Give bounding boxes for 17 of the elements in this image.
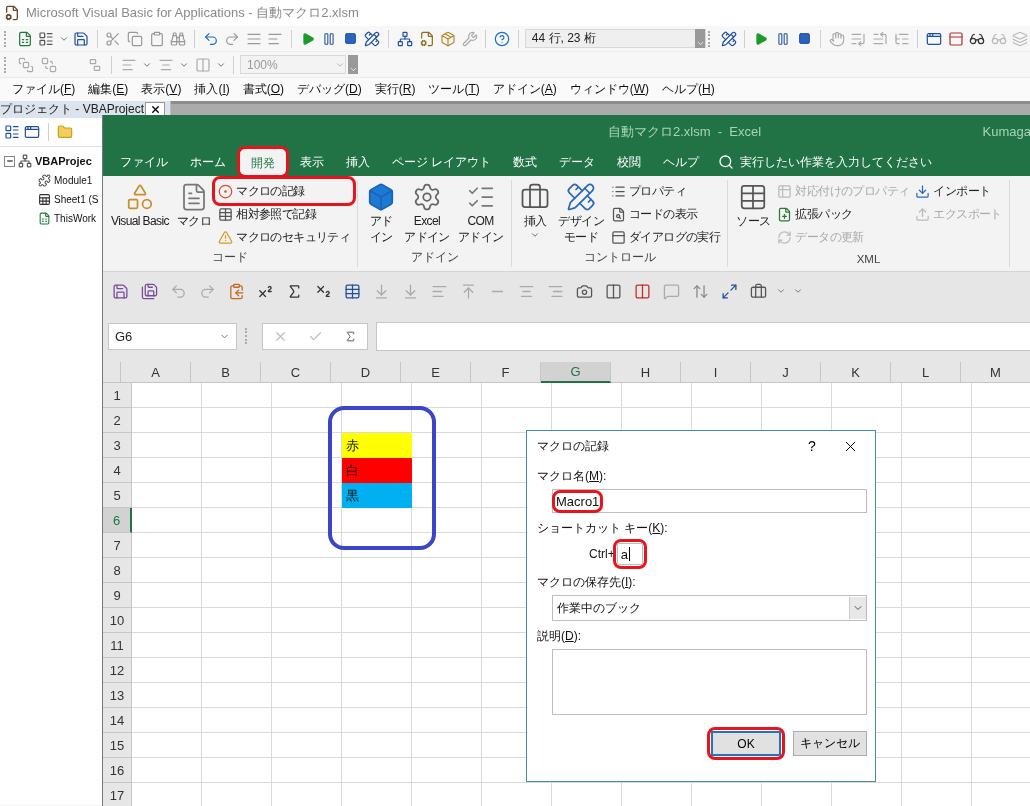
window-title: 自動マクロ2.xlsm - Excel [608,122,762,141]
group-label: XML [856,253,881,267]
cell: 赤 [342,433,412,458]
group-label: コード [212,250,249,265]
field-value: Macro1 [556,493,600,509]
cell: 黒 [342,483,412,508]
window-title: Microsoft Visual Basic for Applications - 自動マクロ2.xlsm [26,4,359,22]
field-label: 説明(D): [537,628,582,645]
group-label: アドイン [410,250,459,265]
field-label: マクロ名(M): [537,468,608,485]
pane-title: プロジェクト - VBAProject [0,101,145,118]
field-label: マクロの保存先(I): [537,574,637,591]
dialog-title: マクロの記録 [537,437,610,455]
cell: 白 [342,458,412,483]
field-label: ショートカット キー(K): [537,520,669,537]
field-prefix: Ctrl+ [589,547,615,561]
group-label: コントロール [583,250,656,265]
